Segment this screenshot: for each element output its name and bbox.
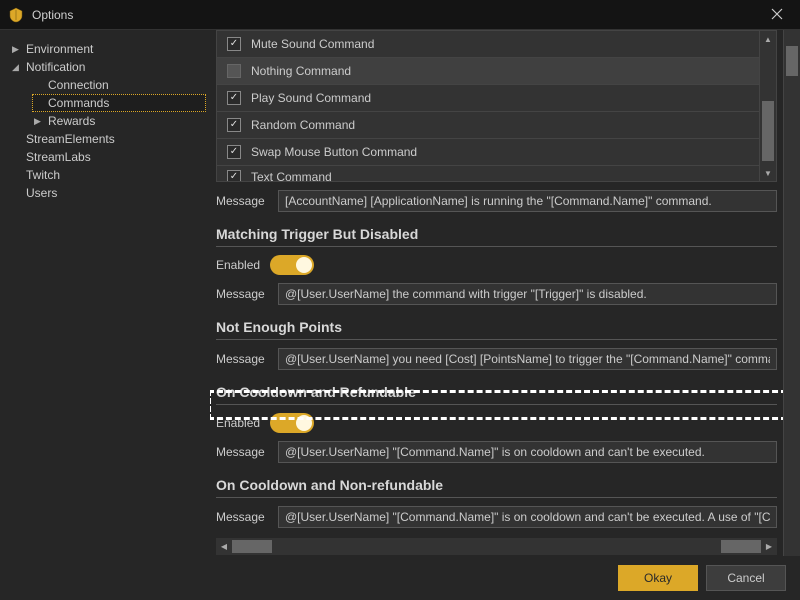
command-label: Swap Mouse Button Command [251, 145, 417, 159]
section-title-cooldown-norefund: On Cooldown and Non-refundable [216, 477, 777, 493]
tree-label: Commands [48, 94, 109, 112]
tree-item-twitch[interactable]: ▶Twitch [10, 166, 206, 184]
command-label: Random Command [251, 118, 355, 132]
tree-item-commands[interactable]: ▶Commands [32, 94, 206, 112]
sidebar: ▶Environment ◢Notification ▶Connection ▶… [0, 30, 210, 556]
section-title-disabled: Matching Trigger But Disabled [216, 226, 777, 242]
scroll-thumb[interactable] [786, 46, 798, 76]
tree-label: Twitch [26, 166, 60, 184]
checkbox-icon[interactable] [227, 118, 241, 132]
tree-item-streamelements[interactable]: ▶StreamElements [10, 130, 206, 148]
tree-item-connection[interactable]: ▶Connection [32, 76, 206, 94]
scroll-up-icon[interactable]: ▲ [784, 30, 800, 46]
options-window: Options ▶Environment ◢Notification ▶Conn… [0, 0, 800, 600]
content-inner: Mute Sound Command Nothing Command Play … [210, 30, 783, 556]
chevron-right-icon: ▶ [34, 112, 44, 130]
scroll-down-icon[interactable]: ▼ [784, 540, 800, 556]
cooldown-norefund-message-input[interactable] [278, 506, 777, 528]
tree-label: Rewards [48, 112, 95, 130]
scroll-thumb[interactable] [762, 101, 774, 161]
tree-label: Connection [48, 76, 109, 94]
tree-item-environment[interactable]: ▶Environment [10, 40, 206, 58]
tree-label: Environment [26, 40, 93, 58]
message-label: Message [216, 352, 270, 366]
command-list-scrollbar[interactable]: ▲ ▼ [760, 30, 777, 182]
scroll-thumb[interactable] [721, 540, 761, 553]
nav-tree: ▶Environment ◢Notification ▶Connection ▶… [10, 40, 206, 202]
divider [216, 497, 777, 498]
scroll-right-icon[interactable]: ▶ [761, 542, 777, 551]
command-label: Mute Sound Command [251, 37, 374, 51]
command-label: Nothing Command [251, 64, 351, 78]
message-label: Message [216, 287, 270, 301]
checkbox-icon[interactable] [227, 91, 241, 105]
enabled-label: Enabled [216, 416, 260, 430]
scroll-up-icon[interactable]: ▲ [760, 31, 776, 47]
window-title: Options [32, 8, 762, 22]
checkbox-icon[interactable] [227, 170, 241, 182]
running-message-row: Message [216, 190, 777, 212]
section-title-cooldown-refund: On Cooldown and Refundable [216, 384, 777, 400]
command-list: Mute Sound Command Nothing Command Play … [216, 30, 760, 182]
command-item-swap-mouse[interactable]: Swap Mouse Button Command [217, 138, 759, 165]
command-label: Text Command [251, 170, 332, 182]
content-scrollbar[interactable]: ▲ ▼ [783, 30, 800, 556]
command-item-nothing[interactable]: Nothing Command [217, 57, 759, 84]
points-message-input[interactable] [278, 348, 777, 370]
disabled-message-input[interactable] [278, 283, 777, 305]
message-label: Message [216, 194, 270, 208]
window-body: ▶Environment ◢Notification ▶Connection ▶… [0, 30, 800, 556]
command-item-random[interactable]: Random Command [217, 111, 759, 138]
tree-label: Notification [26, 58, 85, 76]
cooldown-refund-enabled-toggle[interactable] [270, 413, 314, 433]
tree-label: StreamElements [26, 130, 115, 148]
cooldown-refund-enabled-row: Enabled [216, 413, 777, 433]
okay-button[interactable]: Okay [618, 565, 698, 591]
disabled-enabled-row: Enabled [216, 255, 777, 275]
disabled-enabled-toggle[interactable] [270, 255, 314, 275]
tree-label: StreamLabs [26, 148, 91, 166]
section-title-points: Not Enough Points [216, 319, 777, 335]
disabled-message-row: Message [216, 283, 777, 305]
command-item-play-sound[interactable]: Play Sound Command [217, 84, 759, 111]
tree-item-notification[interactable]: ◢Notification [10, 58, 206, 76]
cancel-button[interactable]: Cancel [706, 565, 786, 591]
checkbox-icon[interactable] [227, 64, 241, 78]
divider [216, 404, 777, 405]
running-message-input[interactable] [278, 190, 777, 212]
tree-item-rewards[interactable]: ▶Rewards [32, 112, 206, 130]
chevron-right-icon: ▶ [12, 40, 22, 58]
chevron-down-icon: ◢ [12, 58, 22, 76]
tree-label: Users [26, 184, 57, 202]
horizontal-scrollbar[interactable]: ◀ ▶ [216, 538, 777, 555]
enabled-label: Enabled [216, 258, 260, 272]
cooldown-norefund-message-row: Message [216, 506, 777, 528]
command-label: Play Sound Command [251, 91, 371, 105]
content-area: Mute Sound Command Nothing Command Play … [210, 30, 800, 556]
scroll-down-icon[interactable]: ▼ [760, 165, 776, 181]
scroll-thumb[interactable] [232, 540, 272, 553]
checkbox-icon[interactable] [227, 145, 241, 159]
message-label: Message [216, 445, 270, 459]
points-message-row: Message [216, 348, 777, 370]
message-label: Message [216, 510, 270, 524]
cooldown-refund-message-row: Message [216, 441, 777, 463]
app-icon [8, 7, 24, 23]
checkbox-icon[interactable] [227, 37, 241, 51]
command-item-mute-sound[interactable]: Mute Sound Command [217, 31, 759, 57]
footer: Okay Cancel [0, 556, 800, 600]
titlebar: Options [0, 0, 800, 30]
cooldown-refund-message-input[interactable] [278, 441, 777, 463]
divider [216, 246, 777, 247]
tree-item-streamlabs[interactable]: ▶StreamLabs [10, 148, 206, 166]
command-item-text[interactable]: Text Command [217, 165, 759, 181]
divider [216, 339, 777, 340]
close-button[interactable] [762, 7, 792, 23]
scroll-left-icon[interactable]: ◀ [216, 542, 232, 551]
tree-item-users[interactable]: ▶Users [10, 184, 206, 202]
